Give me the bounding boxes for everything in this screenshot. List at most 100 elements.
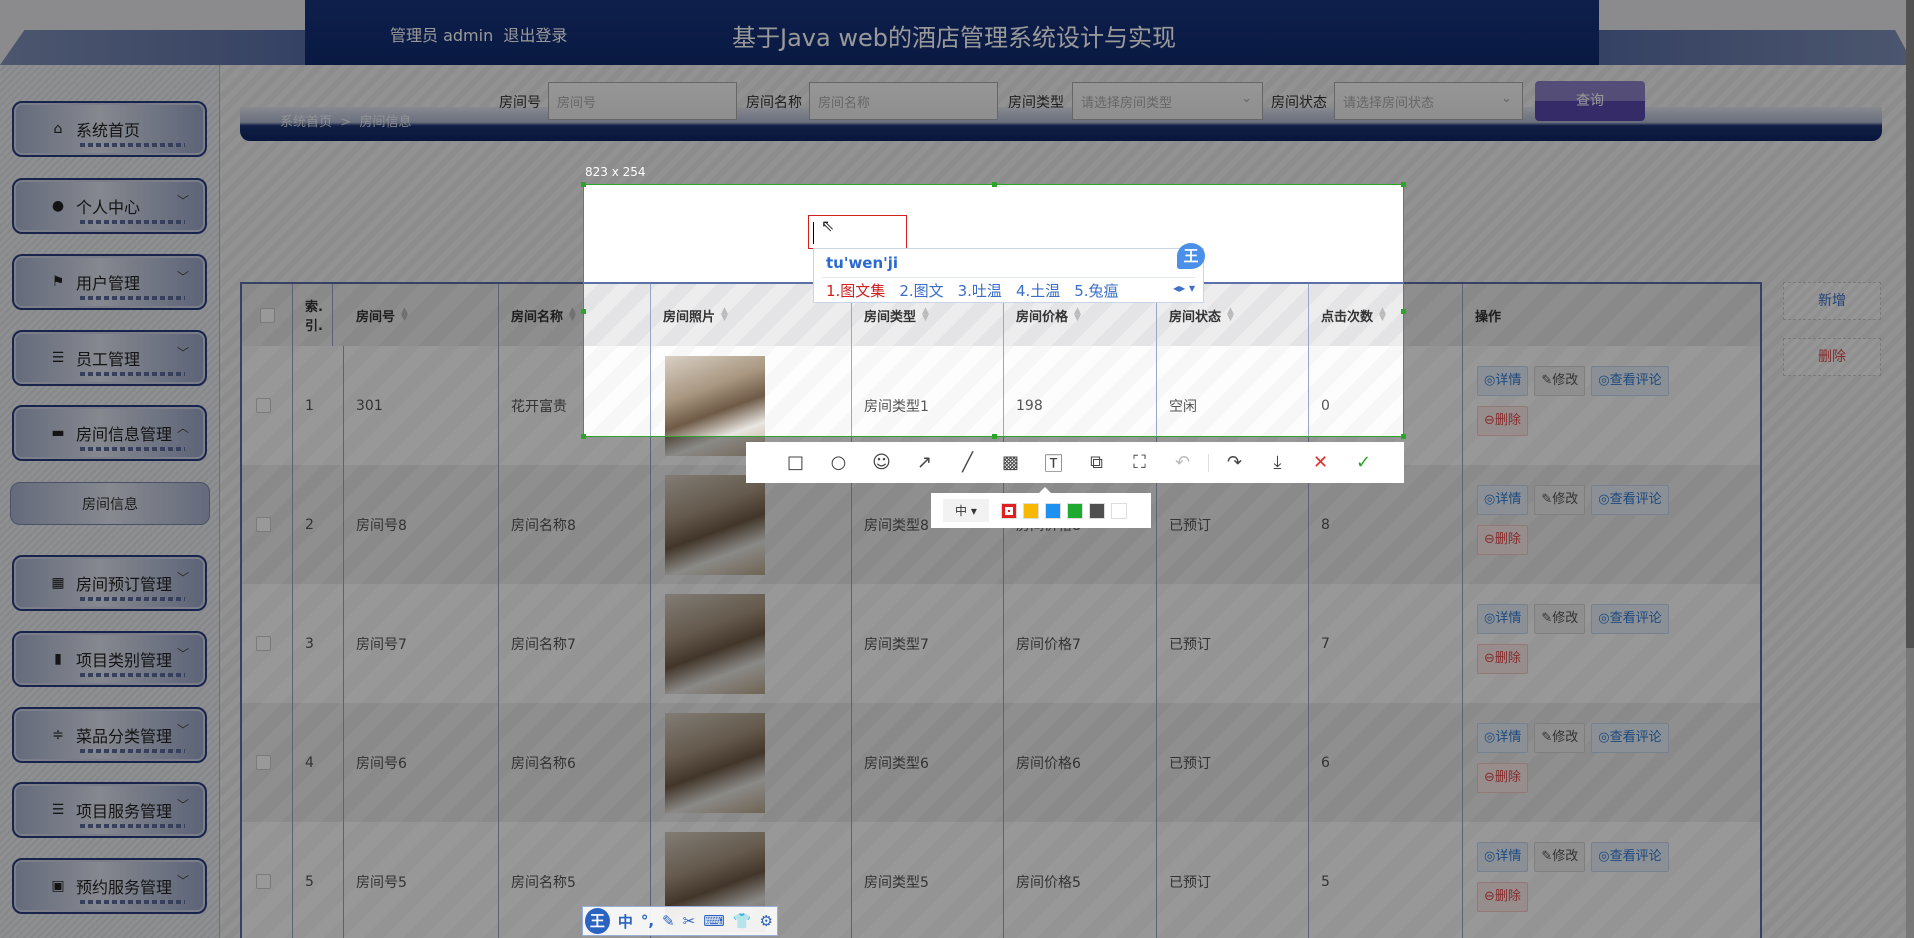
color-swatch[interactable] <box>1088 502 1105 519</box>
ime-candidate[interactable]: 2.图文 <box>899 282 943 300</box>
room-name-input[interactable]: 房间名称 <box>809 82 998 120</box>
sidebar-item[interactable]: ☰ 员工管理 ﹀ <box>12 330 207 386</box>
batch-delete-button[interactable]: 删除 <box>1783 338 1881 376</box>
sidebar-item[interactable]: ▬ 房间信息管理 ︿ <box>12 405 207 461</box>
delete-button[interactable]: ⊖删除 <box>1477 762 1528 793</box>
room-no-input[interactable]: 房间号 <box>548 82 737 120</box>
ime-logo-icon[interactable]: 王 <box>585 908 610 934</box>
sidebar-item[interactable]: ▦ 房间预订管理 ﹀ <box>12 555 207 611</box>
sidebar-item[interactable]: ⚑ 用户管理 ﹀ <box>12 254 207 310</box>
sidebar-item[interactable]: ● 个人中心 ﹀ <box>12 178 207 234</box>
ime-page-arrows-icon[interactable]: ◂▸ ▾ <box>1173 281 1195 295</box>
resize-handle[interactable] <box>992 182 997 187</box>
edit-button[interactable]: ✎修改 <box>1534 603 1586 634</box>
room-photo[interactable] <box>665 474 765 575</box>
room-type-select[interactable]: 请选择房间类型 ⌄ <box>1072 82 1263 120</box>
color-swatch[interactable] <box>1066 502 1083 519</box>
sidebar-item[interactable]: ☰ 项目服务管理 ﹀ <box>12 782 207 838</box>
logout-link[interactable]: 退出登录 <box>503 26 567 45</box>
edit-button[interactable]: ✎修改 <box>1534 484 1586 515</box>
room-photo[interactable] <box>665 593 765 694</box>
ime-candidate[interactable]: 4.土温 <box>1016 282 1060 300</box>
rectangle-icon[interactable]: □ <box>774 452 817 473</box>
detail-button[interactable]: ◎详情 <box>1477 841 1529 872</box>
sidebar-item[interactable]: ▣ 预约服务管理 ﹀ <box>12 858 207 914</box>
delete-button[interactable]: ⊖删除 <box>1477 643 1528 674</box>
delete-button[interactable]: ⊖删除 <box>1477 881 1528 912</box>
scrollbar[interactable] <box>1906 0 1914 938</box>
ime-candidate[interactable]: 3.吐温 <box>958 282 1002 300</box>
sidebar-item[interactable]: ⌂ 系统首页 <box>12 101 207 157</box>
settings-icon[interactable]: ⚙ <box>760 912 773 930</box>
delete-button[interactable]: ⊖删除 <box>1477 405 1528 436</box>
chinese-mode-icon[interactable]: 中 <box>618 911 633 932</box>
arrow-icon[interactable]: ↗ <box>903 452 946 473</box>
resize-handle[interactable] <box>1401 182 1406 187</box>
copy-icon[interactable]: ⧉ <box>1075 452 1118 473</box>
save-icon[interactable]: ⤓ <box>1256 452 1299 473</box>
row-checkbox[interactable] <box>256 398 271 413</box>
sidebar-subitem-room-info[interactable]: 房间信息 <box>10 482 210 525</box>
emoji-icon[interactable]: ☺ <box>860 452 903 473</box>
sort-icon[interactable]: ▲ ▼ <box>401 307 408 323</box>
breadcrumb-home[interactable]: 系统首页 <box>280 115 332 130</box>
scrollbar-thumb[interactable] <box>1906 0 1914 648</box>
sidebar-item[interactable]: ≑ 菜品分类管理 ﹀ <box>12 707 207 763</box>
pen-icon[interactable]: ╱ <box>946 452 989 473</box>
comments-button[interactable]: ◎查看评论 <box>1591 365 1669 396</box>
ime-candidate[interactable]: 5.兔瘟 <box>1074 282 1118 300</box>
ime-candidate[interactable]: 1.图文集 <box>826 282 885 300</box>
resize-handle[interactable] <box>1401 434 1406 439</box>
screenshot-icon[interactable]: ✂ <box>683 912 696 930</box>
annotation-text-box[interactable]: ⇖ <box>808 215 907 249</box>
cancel-icon[interactable]: ✕ <box>1299 452 1342 473</box>
screenshot-selection[interactable] <box>581 182 1406 439</box>
resize-handle[interactable] <box>1401 309 1406 314</box>
select-all-checkbox[interactable] <box>260 307 275 323</box>
edit-button[interactable]: ✎修改 <box>1534 722 1586 753</box>
comments-button[interactable]: ◎查看评论 <box>1591 484 1669 515</box>
edit-button[interactable]: ✎修改 <box>1534 365 1586 396</box>
keyboard-icon[interactable]: ⌨ <box>703 912 725 930</box>
detail-button[interactable]: ◎详情 <box>1477 484 1529 515</box>
confirm-icon[interactable]: ✓ <box>1342 452 1385 473</box>
comments-button[interactable]: ◎查看评论 <box>1591 722 1669 753</box>
resize-handle[interactable] <box>992 434 997 439</box>
ocr-icon[interactable]: ⛶ <box>1118 452 1161 473</box>
color-swatch[interactable] <box>1000 502 1017 519</box>
table-cell: 3 <box>293 584 344 703</box>
color-swatch[interactable] <box>1022 502 1039 519</box>
column-header[interactable]: 房间号 ▲ ▼ <box>344 284 499 346</box>
sort-icon[interactable]: ▲ ▼ <box>569 307 576 323</box>
detail-button[interactable]: ◎详情 <box>1477 365 1529 396</box>
color-swatch[interactable] <box>1110 502 1127 519</box>
query-button[interactable]: 查询 <box>1535 81 1645 121</box>
comments-button[interactable]: ◎查看评论 <box>1591 841 1669 872</box>
add-button[interactable]: 新增 <box>1783 282 1881 320</box>
room-photo[interactable] <box>665 712 765 813</box>
edit-button[interactable]: ✎修改 <box>1534 841 1586 872</box>
resize-handle[interactable] <box>581 434 586 439</box>
table-cell: 房间号8 <box>344 465 499 584</box>
row-checkbox[interactable] <box>256 755 271 770</box>
handwriting-icon[interactable]: ✎ <box>662 912 675 930</box>
room-status-select[interactable]: 请选择房间状态 ⌄ <box>1334 82 1523 120</box>
comments-button[interactable]: ◎查看评论 <box>1591 603 1669 634</box>
row-checkbox[interactable] <box>256 874 271 889</box>
row-checkbox[interactable] <box>256 517 271 532</box>
color-swatch[interactable] <box>1044 502 1061 519</box>
detail-button[interactable]: ◎详情 <box>1477 603 1529 634</box>
circle-icon[interactable]: ○ <box>817 452 860 473</box>
share-icon[interactable]: ↷ <box>1213 452 1256 473</box>
resize-handle[interactable] <box>581 182 586 187</box>
detail-button[interactable]: ◎详情 <box>1477 722 1529 753</box>
text-icon[interactable]: 🅃 <box>1032 450 1075 476</box>
font-size-select[interactable]: 中 ▾ <box>943 499 989 522</box>
punctuation-icon[interactable]: °, <box>641 912 654 930</box>
sidebar-item[interactable]: ▮ 项目类别管理 ﹀ <box>12 631 207 687</box>
resize-handle[interactable] <box>581 309 586 314</box>
delete-button[interactable]: ⊖删除 <box>1477 524 1528 555</box>
row-checkbox[interactable] <box>256 636 271 651</box>
skin-icon[interactable]: 👕 <box>733 912 752 930</box>
mosaic-icon[interactable]: ▩ <box>989 452 1032 473</box>
